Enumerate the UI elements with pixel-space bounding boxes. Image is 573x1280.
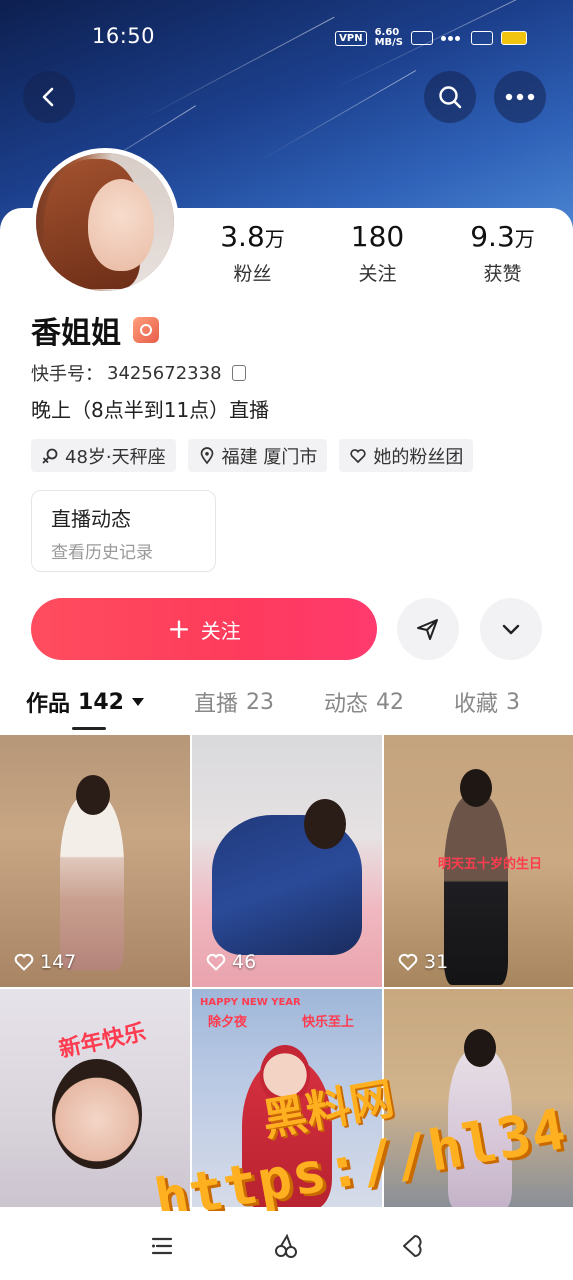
live-history-title: 直播动态 — [51, 507, 131, 531]
video-thumbnail[interactable]: 147 — [0, 735, 190, 987]
like-count: 147 — [14, 951, 76, 973]
heart-outline-icon — [14, 953, 34, 971]
stat-followers[interactable]: 3.8万 粉丝 — [190, 220, 315, 286]
camera-badge-icon[interactable] — [133, 317, 159, 343]
nav-back-button[interactable] — [391, 1226, 431, 1266]
tab-works[interactable]: 作品 142 — [26, 686, 144, 718]
status-icons: VPN 6.60 MB/S — [335, 28, 527, 48]
send-icon — [417, 619, 438, 640]
like-count: 46 — [206, 951, 256, 973]
status-time: 16:50 — [92, 24, 156, 48]
copy-icon[interactable] — [231, 365, 246, 381]
stat-following[interactable]: 180 关注 — [315, 220, 440, 286]
stat-value: 3.8万 — [220, 220, 285, 253]
heart-outline-icon — [398, 953, 418, 971]
live-history-subtitle: 查看历史记录 — [51, 543, 153, 563]
caret-down-icon[interactable] — [131, 698, 144, 706]
list-icon — [152, 1237, 173, 1254]
net-speed: 6.60 MB/S — [375, 28, 403, 48]
stat-value: 180 — [350, 220, 405, 253]
follow-button[interactable]: + 关注 — [31, 598, 377, 660]
net-speed-unit: MB/S — [374, 37, 403, 48]
more-horizontal-icon — [505, 93, 535, 101]
profile-stats: 3.8万 粉丝 180 关注 9.3万 获赞 — [190, 220, 565, 286]
stat-value: 9.3万 — [470, 220, 535, 253]
bio: 晚上（8点半到11点）直播 — [31, 398, 270, 422]
tab-indicator — [72, 727, 106, 730]
cherry-icon — [275, 1233, 298, 1258]
kuaishou-id-label: 快手号： — [31, 364, 103, 385]
chevron-down-icon — [502, 624, 520, 635]
thumb-caption: 除夕夜 — [208, 1015, 248, 1030]
location-pin-icon — [200, 446, 213, 464]
nav-menu-button[interactable] — [142, 1226, 182, 1266]
heart-outline-icon — [206, 953, 226, 971]
like-count: 31 — [398, 951, 448, 973]
kuaishou-id: 快手号： 3425672338 — [31, 360, 246, 386]
tab-live[interactable]: 直播 23 — [194, 686, 274, 718]
tab-moments[interactable]: 动态 42 — [324, 686, 404, 718]
video-thumbnail[interactable]: 新年快乐 — [0, 989, 190, 1207]
stat-likes[interactable]: 9.3万 获赞 — [440, 220, 565, 286]
tab-favorites[interactable]: 收藏 3 — [454, 686, 520, 718]
back-button[interactable] — [23, 71, 75, 123]
cellular-icon — [411, 31, 433, 45]
stat-label: 获赞 — [483, 263, 522, 285]
bottom-nav — [0, 1211, 573, 1280]
stat-label: 关注 — [358, 263, 397, 285]
video-thumbnail[interactable]: 46 — [192, 735, 382, 987]
status-bar: 16:50 VPN 6.60 MB/S — [0, 0, 573, 72]
avatar[interactable] — [31, 148, 179, 296]
video-thumbnail[interactable] — [384, 989, 573, 1207]
content-tabs: 作品 142 直播 23 动态 42 收藏 3 — [26, 686, 573, 718]
plus-icon: + — [167, 612, 191, 645]
chevron-left-icon — [42, 87, 54, 107]
more-button[interactable] — [494, 71, 546, 123]
name-row: 香姐姐 — [31, 308, 159, 352]
gender-female-icon — [42, 448, 58, 463]
share-button[interactable] — [397, 598, 459, 660]
live-history-card[interactable]: 直播动态 查看历史记录 — [31, 490, 216, 572]
video-thumbnail[interactable]: HAPPY NEW YEAR 除夕夜 快乐至上 — [192, 989, 382, 1207]
stat-label: 粉丝 — [233, 263, 272, 285]
thumb-caption: 快乐至上 — [302, 1015, 355, 1030]
back-arrow-icon — [402, 1234, 422, 1257]
profile-tags: 48岁·天秤座 福建 厦门市 她的粉丝团 — [31, 439, 474, 472]
tag-fan-club[interactable]: 她的粉丝团 — [339, 439, 474, 472]
thumb-caption: HAPPY NEW YEAR — [200, 997, 301, 1008]
video-thumbnail[interactable]: 明天五十岁的生日 31 — [384, 735, 573, 987]
thumb-caption: 新年快乐 — [56, 1020, 149, 1063]
wifi-icon — [471, 31, 493, 45]
expand-button[interactable] — [480, 598, 542, 660]
banner-streak — [259, 70, 417, 161]
search-button[interactable] — [424, 71, 476, 123]
heart-outline-icon — [350, 448, 367, 463]
nav-home-button[interactable] — [266, 1226, 306, 1266]
signal-icon — [441, 31, 463, 45]
thumb-caption: 明天五十岁的生日 — [438, 857, 543, 872]
vpn-icon: VPN — [335, 30, 367, 46]
battery-icon — [501, 31, 527, 45]
kuaishou-id-value: 3425672338 — [107, 362, 222, 384]
search-icon — [439, 86, 462, 109]
profile-name: 香姐姐 — [31, 316, 121, 351]
tag-location: 福建 厦门市 — [187, 439, 328, 472]
tag-age: 48岁·天秤座 — [31, 439, 176, 472]
video-grid: 147 46 明天五十岁的生日 31 新年快乐 HAPPY NEW YEAR 除… — [0, 735, 573, 1207]
follow-label: 关注 — [200, 618, 241, 643]
